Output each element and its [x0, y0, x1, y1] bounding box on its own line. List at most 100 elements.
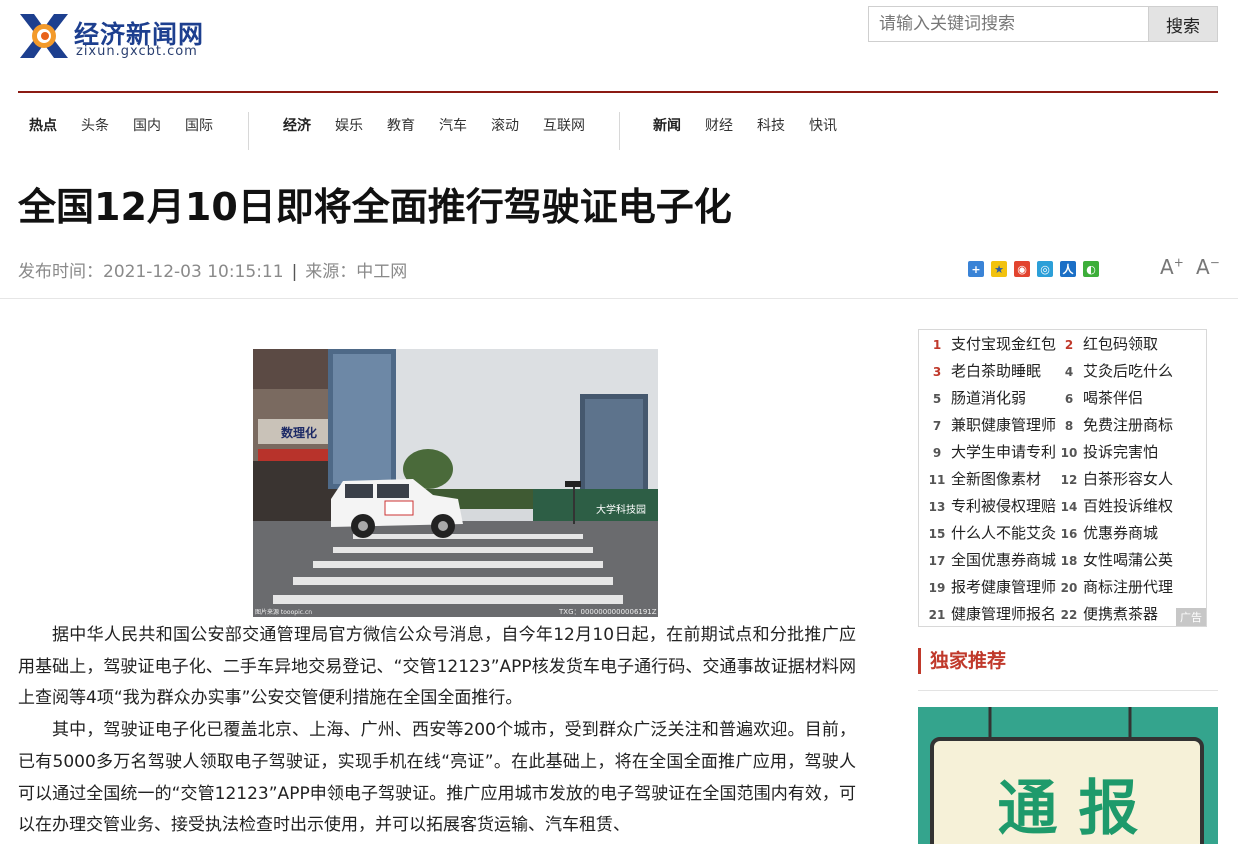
search-button[interactable]: 搜索	[1148, 6, 1218, 42]
nav-item-hot-0[interactable]: 热点	[29, 115, 57, 135]
tencent-weibo-icon[interactable]: ◎	[1037, 261, 1053, 277]
nav-item-news-0[interactable]: 新闻	[653, 115, 681, 135]
nav-item-hot-1[interactable]: 头条	[81, 115, 109, 135]
hot-list-text: 投诉完害怕	[1083, 443, 1159, 461]
renren-icon[interactable]: 人	[1060, 261, 1076, 277]
hot-list-text: 艾灸后吃什么	[1083, 362, 1174, 380]
article-title: 全国12月10日即将全面推行驾驶证电子化	[18, 185, 732, 229]
hot-list-item[interactable]: 4 艾灸后吃什么	[1059, 360, 1173, 380]
nav-item-economy-3[interactable]: 汽车	[439, 115, 467, 135]
site-logo[interactable]: 经济新闻网 zixun.gxcbt.com	[18, 12, 218, 64]
photo-street-sign: 大学科技园	[596, 503, 646, 516]
hot-list-text: 便携煮茶器	[1083, 605, 1159, 623]
hot-list-text: 喝茶伴侣	[1083, 389, 1144, 407]
section-divider	[918, 690, 1218, 691]
article-photo: 数理化 大学科技园 TXG：0000000000006191Z 图片来源 too…	[253, 349, 658, 617]
publish-label: 发布时间：	[18, 262, 103, 282]
nav-item-news-3[interactable]: 快讯	[809, 115, 837, 135]
hot-list-text: 优惠券商城	[1083, 524, 1159, 542]
hot-list-item[interactable]: 16 优惠券商城	[1059, 522, 1158, 542]
wechat-icon[interactable]: ◐	[1083, 261, 1099, 277]
hot-list-item[interactable]: 9 大学生申请专利	[927, 441, 1056, 461]
hot-list-rank: 5	[932, 392, 942, 406]
hot-list-item[interactable]: 2 红包码领取	[1059, 333, 1158, 353]
article-meta: 发布时间：2021-12-03 10:15:11 | 来源：中工网	[18, 257, 407, 282]
hot-list-rank: 2	[1064, 338, 1074, 352]
qzone-icon[interactable]: +	[968, 261, 984, 277]
promo-banner[interactable]: 通 报	[918, 707, 1218, 844]
hot-list-rank: 10	[1060, 446, 1078, 460]
hot-list-item[interactable]: 20 商标注册代理	[1059, 576, 1173, 596]
font-decrease-button[interactable]: A−	[1196, 255, 1220, 279]
hot-list-item[interactable]: 22 便携煮茶器	[1059, 603, 1158, 623]
hot-list-rank: 16	[1060, 527, 1078, 541]
logo-mark-icon	[20, 14, 68, 58]
weibo-icon[interactable]: ◉	[1014, 261, 1030, 277]
hot-list-text: 支付宝现金红包	[951, 335, 1057, 353]
font-increase-label: A	[1160, 255, 1174, 279]
hot-list-text: 全新图像素材	[951, 470, 1042, 488]
hot-list-text: 红包码领取	[1083, 335, 1159, 353]
source-name[interactable]: 中工网	[356, 262, 407, 282]
nav-item-news-2[interactable]: 科技	[757, 115, 785, 135]
hot-search-box: 广告 1 支付宝现金红包 2 红包码领取 3 老白茶助睡眠 4 艾灸后吃什么 5 肠道消化弱 6 喝茶…	[918, 329, 1207, 627]
hot-list-item[interactable]: 3 老白茶助睡眠	[927, 360, 1041, 380]
plus-icon: +	[1173, 255, 1184, 270]
nav-item-economy-2[interactable]: 教育	[387, 115, 415, 135]
hot-list-rank: 18	[1060, 554, 1078, 568]
hot-list-rank: 20	[1060, 581, 1078, 595]
nav-item-news-1[interactable]: 财经	[705, 115, 733, 135]
hot-list-item[interactable]: 17 全国优惠券商城	[927, 549, 1056, 569]
hot-list-text: 女性喝蒲公英	[1083, 551, 1174, 569]
hot-list-text: 兼职健康管理师	[951, 416, 1057, 434]
favorite-icon[interactable]: ★	[991, 261, 1007, 277]
hot-list-rank: 11	[928, 473, 946, 487]
hot-list-text: 什么人不能艾灸	[951, 524, 1057, 542]
nav-item-economy-0[interactable]: 经济	[283, 115, 311, 135]
photo-store-sign: 数理化	[281, 425, 317, 440]
nav-item-hot-3[interactable]: 国际	[185, 115, 213, 135]
hot-list-text: 免费注册商标	[1083, 416, 1174, 434]
photo-credit: 图片来源 tooopic.cn	[255, 608, 312, 616]
hot-list-item[interactable]: 15 什么人不能艾灸	[927, 522, 1056, 542]
hot-list-rank: 7	[932, 419, 942, 433]
font-increase-button[interactable]: A+	[1160, 255, 1184, 279]
hot-list-item[interactable]: 13 专利被侵权理赔	[927, 495, 1056, 515]
hot-list-item[interactable]: 1 支付宝现金红包	[927, 333, 1056, 353]
hot-list-text: 白茶形容女人	[1083, 470, 1174, 488]
header-divider	[18, 91, 1218, 93]
nav-item-economy-5[interactable]: 互联网	[543, 115, 585, 135]
hot-list-item[interactable]: 19 报考健康管理师	[927, 576, 1056, 596]
hot-list-rank: 17	[928, 554, 946, 568]
hot-list-rank: 8	[1064, 419, 1074, 433]
nav-group-hot: 热点 头条 国内 国际	[29, 115, 237, 135]
hot-list-item[interactable]: 6 喝茶伴侣	[1059, 387, 1143, 407]
search-input[interactable]	[868, 6, 1148, 42]
exclusive-heading: 独家推荐	[918, 648, 1006, 674]
hot-list-item[interactable]: 10 投诉完害怕	[1059, 441, 1158, 461]
photo-watermark: TXG：0000000000006191Z	[558, 608, 657, 616]
nav-item-economy-4[interactable]: 滚动	[491, 115, 519, 135]
hot-list-item[interactable]: 8 免费注册商标	[1059, 414, 1173, 434]
hot-list-item[interactable]: 18 女性喝蒲公英	[1059, 549, 1173, 569]
hot-list-item[interactable]: 14 百姓投诉维权	[1059, 495, 1173, 515]
hot-list-item[interactable]: 21 健康管理师报名	[927, 603, 1056, 623]
hot-list-rank: 19	[928, 581, 946, 595]
hot-list-rank: 22	[1060, 608, 1078, 622]
hot-list-text: 报考健康管理师	[951, 578, 1057, 596]
hot-list-text: 肠道消化弱	[951, 389, 1027, 407]
hot-list-item[interactable]: 11 全新图像素材	[927, 468, 1041, 488]
hot-list-rank: 13	[928, 500, 946, 514]
hot-list-item[interactable]: 5 肠道消化弱	[927, 387, 1026, 407]
font-decrease-label: A	[1196, 255, 1210, 279]
nav-item-economy-1[interactable]: 娱乐	[335, 115, 363, 135]
nav-group-news: 新闻 财经 科技 快讯	[653, 115, 861, 135]
hot-list-text: 健康管理师报名	[951, 605, 1057, 623]
hot-list-text: 大学生申请专利	[951, 443, 1057, 461]
hot-list-item[interactable]: 7 兼职健康管理师	[927, 414, 1056, 434]
nav-item-hot-2[interactable]: 国内	[133, 115, 161, 135]
ad-tag: 广告	[1176, 608, 1206, 626]
hot-list-item[interactable]: 12 白茶形容女人	[1059, 468, 1173, 488]
hot-list-rank: 3	[932, 365, 942, 379]
publish-time: 2021-12-03 10:15:11	[103, 262, 284, 282]
